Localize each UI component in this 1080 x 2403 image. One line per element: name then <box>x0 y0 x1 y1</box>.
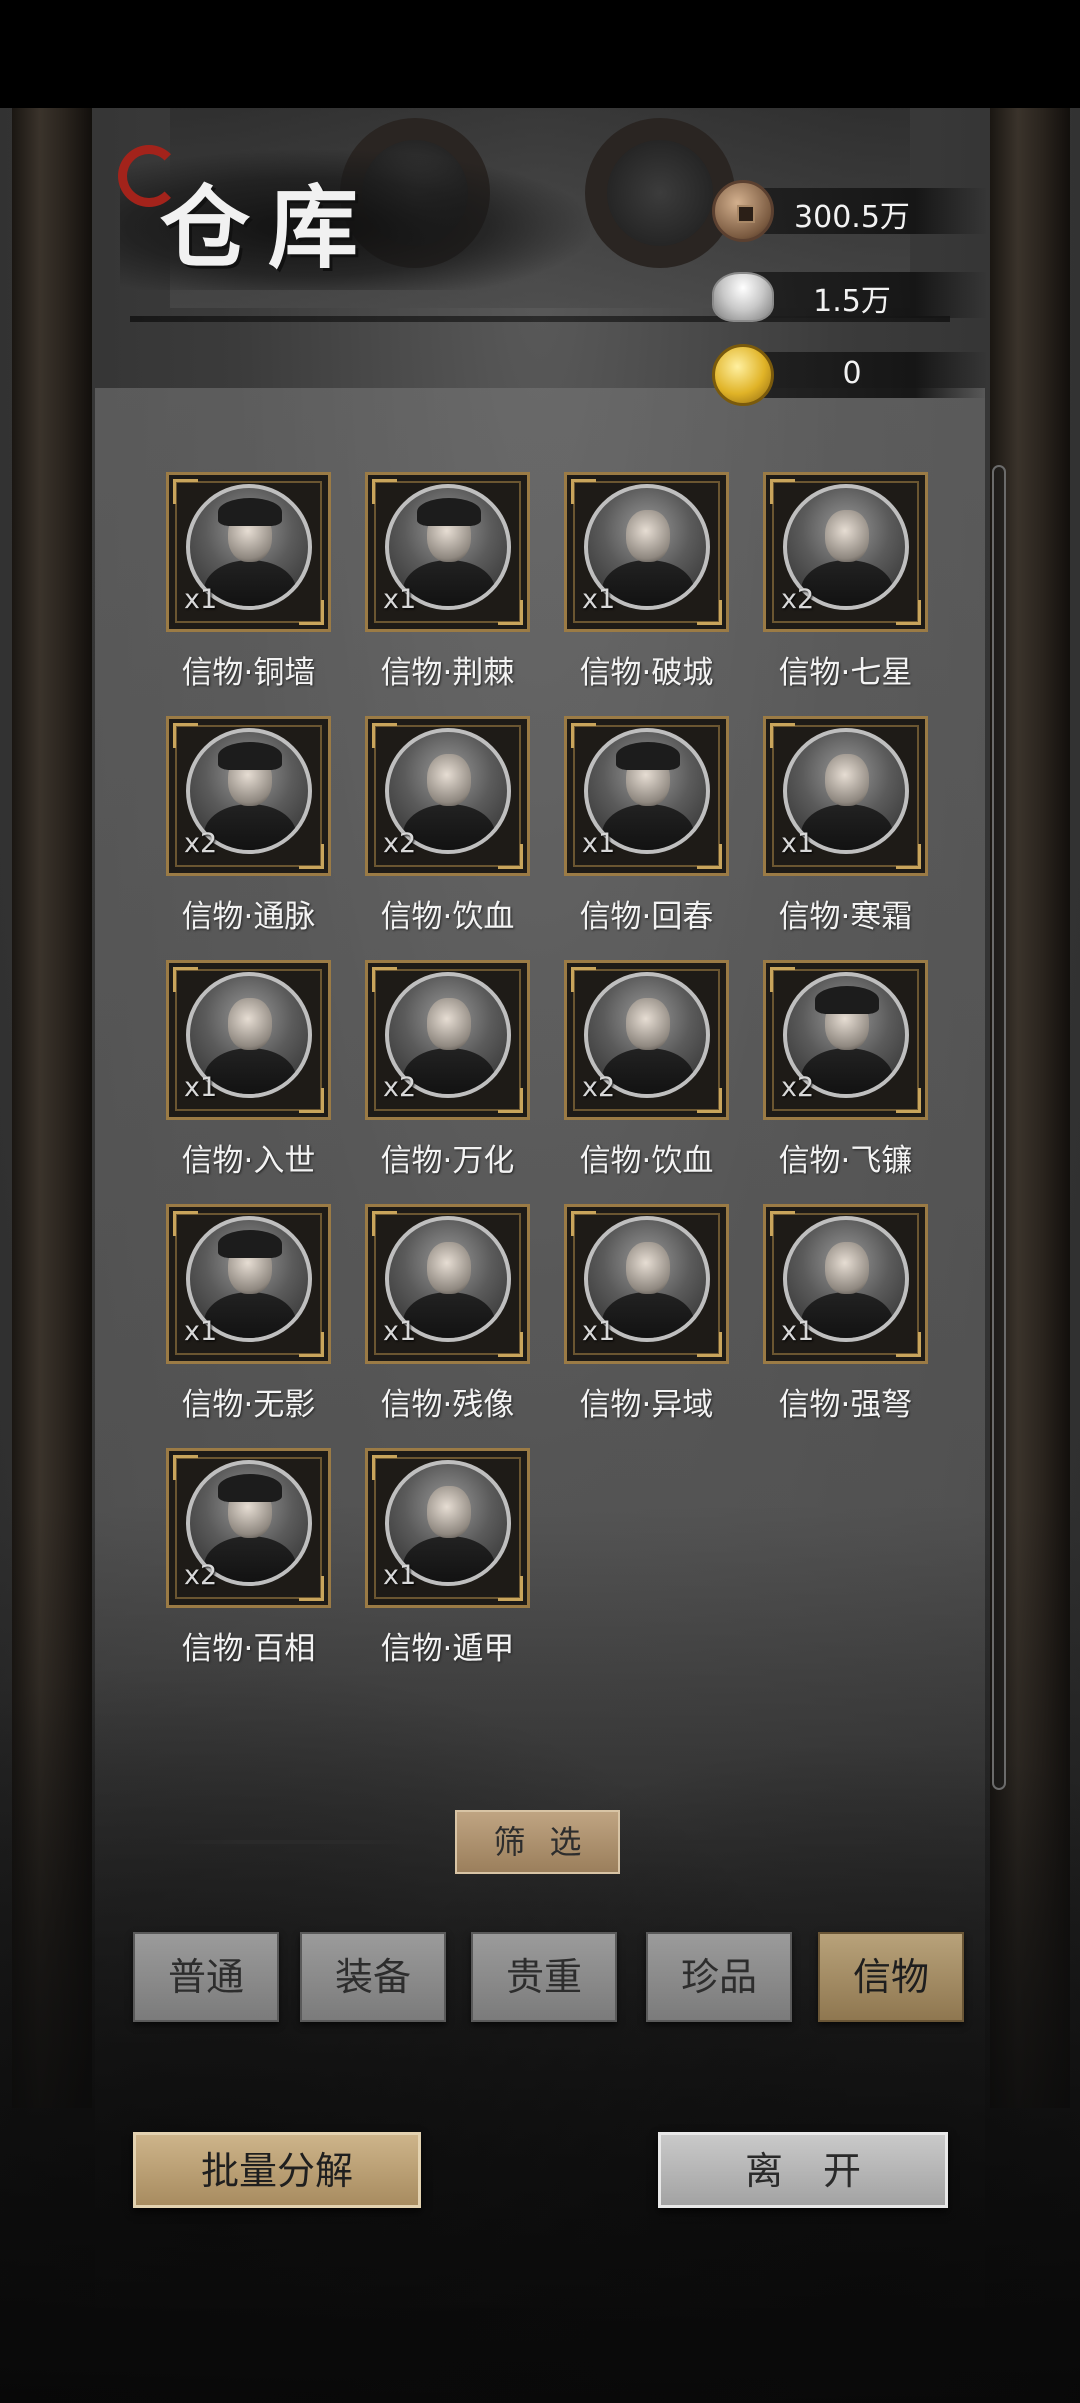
item-quantity: x1 <box>582 1316 616 1347</box>
copper-coin-icon <box>712 180 774 242</box>
item-quantity: x2 <box>781 1072 815 1103</box>
item-name: 信物·破城 <box>579 655 714 691</box>
item-slot[interactable]: x1 信物·寒霜 <box>763 716 928 946</box>
silver-ingot-icon <box>712 272 774 322</box>
item-quantity: x1 <box>781 1316 815 1347</box>
currency-copper: 300.5万 <box>712 180 987 242</box>
item-quantity: x1 <box>582 584 616 615</box>
item-name: 信物·回春 <box>579 899 714 935</box>
currency-silver: 1.5万 <box>712 264 987 324</box>
item-quantity: x1 <box>184 1072 218 1103</box>
item-name: 信物·七星 <box>778 655 913 691</box>
item-quantity: x2 <box>781 584 815 615</box>
tab-equipment[interactable]: 装备 <box>300 1932 446 2022</box>
tab-token[interactable]: 信物 <box>818 1932 964 2022</box>
item-name: 信物·荆棘 <box>380 655 515 691</box>
item-name: 信物·万化 <box>380 1143 515 1179</box>
filter-divider-right <box>640 1840 910 1844</box>
item-quantity: x1 <box>383 1560 417 1591</box>
batch-decompose-button[interactable]: 批量分解 <box>133 2132 421 2208</box>
item-quantity: x1 <box>184 1316 218 1347</box>
currency-value: 1.5万 <box>813 284 891 319</box>
item-quantity: x2 <box>582 1072 616 1103</box>
item-slot[interactable]: x1 信物·遁甲 <box>365 1448 530 1678</box>
item-name: 信物·飞镰 <box>778 1143 913 1179</box>
item-name: 信物·百相 <box>181 1631 316 1667</box>
item-slot[interactable]: x2 信物·七星 <box>763 472 928 702</box>
item-slot[interactable]: x2 信物·万化 <box>365 960 530 1190</box>
item-name: 信物·饮血 <box>579 1143 714 1179</box>
item-name: 信物·无影 <box>181 1387 316 1423</box>
item-slot[interactable]: x1 信物·入世 <box>166 960 331 1190</box>
item-name: 信物·通脉 <box>181 899 316 935</box>
item-quantity: x1 <box>582 828 616 859</box>
item-name: 信物·寒霜 <box>778 899 913 935</box>
item-slot[interactable]: x1 信物·破城 <box>564 472 729 702</box>
item-quantity: x2 <box>383 1072 417 1103</box>
item-slot[interactable]: x2 信物·饮血 <box>365 716 530 946</box>
item-slot[interactable]: x1 信物·无影 <box>166 1204 331 1434</box>
item-slot[interactable]: x1 信物·强弩 <box>763 1204 928 1434</box>
item-slot[interactable]: x1 信物·铜墙 <box>166 472 331 702</box>
item-name: 信物·残像 <box>380 1387 515 1423</box>
item-name: 信物·异域 <box>579 1387 714 1423</box>
item-name: 信物·遁甲 <box>380 1631 515 1667</box>
item-slot[interactable]: x2 信物·通脉 <box>166 716 331 946</box>
item-slot[interactable]: x1 信物·异域 <box>564 1204 729 1434</box>
item-slot[interactable]: x2 信物·飞镰 <box>763 960 928 1190</box>
item-quantity: x2 <box>184 1560 218 1591</box>
item-slot[interactable]: x2 信物·百相 <box>166 1448 331 1678</box>
page-title: 仓库 <box>160 175 376 281</box>
item-name: 信物·强弩 <box>778 1387 913 1423</box>
item-quantity: x1 <box>383 584 417 615</box>
tab-normal[interactable]: 普通 <box>133 1932 279 2022</box>
gold-coin-icon <box>712 344 774 406</box>
item-quantity: x2 <box>184 828 218 859</box>
item-name: 信物·铜墙 <box>181 655 316 691</box>
item-quantity: x1 <box>781 828 815 859</box>
item-slot[interactable]: x2 信物·饮血 <box>564 960 729 1190</box>
item-quantity: x1 <box>184 584 218 615</box>
leave-button[interactable]: 离开 <box>658 2132 948 2208</box>
scrollbar[interactable] <box>992 465 1006 1790</box>
item-name: 信物·饮血 <box>380 899 515 935</box>
item-quantity: x1 <box>383 1316 417 1347</box>
item-quantity: x2 <box>383 828 417 859</box>
item-slot[interactable]: x1 信物·荆棘 <box>365 472 530 702</box>
currency-value: 300.5万 <box>794 200 910 235</box>
item-slot[interactable]: x1 信物·回春 <box>564 716 729 946</box>
tab-treasure[interactable]: 珍品 <box>646 1932 792 2022</box>
currency-gold: 0 <box>712 344 987 406</box>
filter-divider-left <box>165 1840 435 1844</box>
filter-label: 筛选 <box>455 1810 620 1874</box>
tab-valuable[interactable]: 贵重 <box>471 1932 617 2022</box>
currency-value: 0 <box>842 356 862 391</box>
item-slot[interactable]: x1 信物·残像 <box>365 1204 530 1434</box>
item-name: 信物·入世 <box>181 1143 316 1179</box>
